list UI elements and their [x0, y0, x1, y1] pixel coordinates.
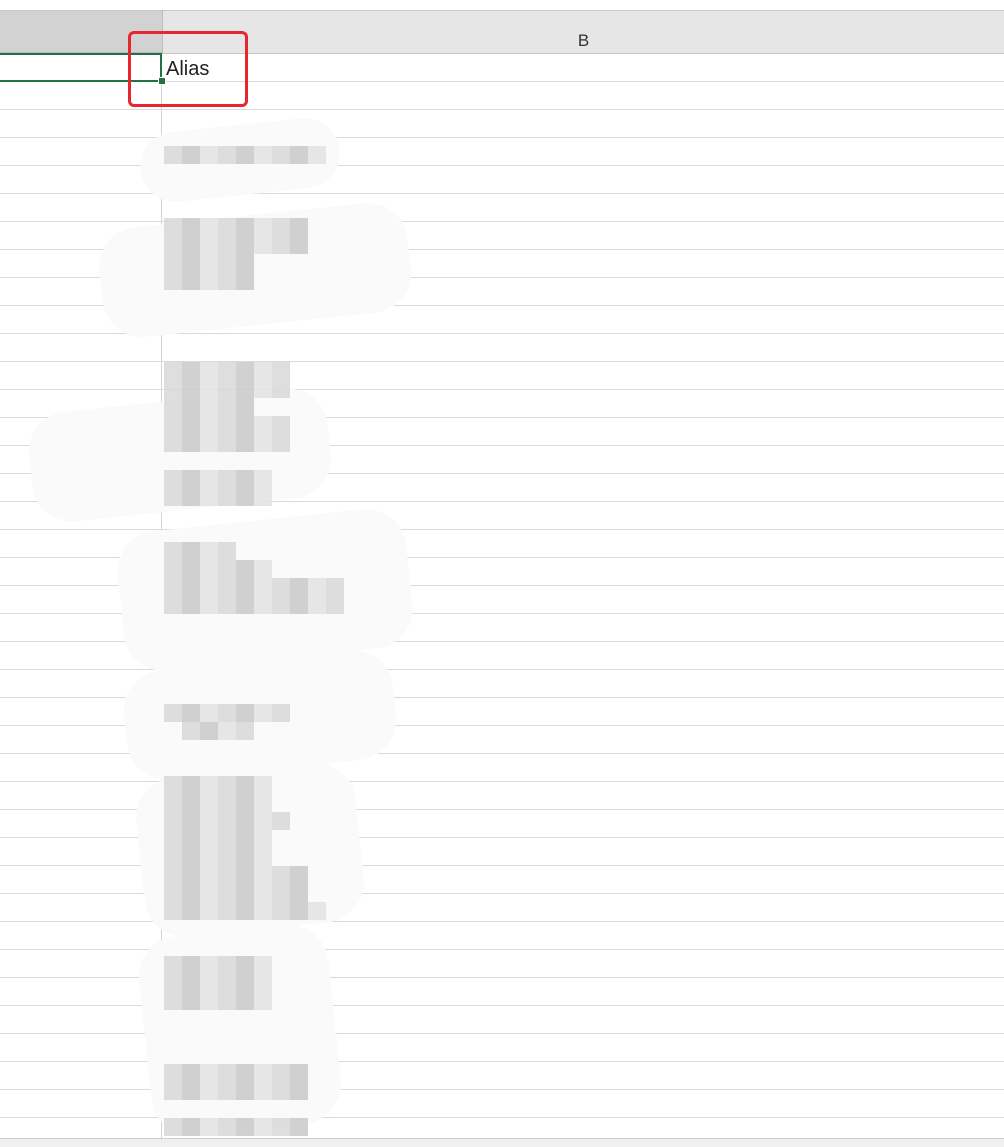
cell-col-a[interactable] — [0, 138, 162, 165]
redacted-text — [164, 272, 254, 290]
redacted-text — [164, 380, 290, 398]
table-row — [0, 110, 1004, 138]
top-bar — [0, 0, 1004, 11]
redacted-text — [164, 974, 272, 992]
redacted-text — [164, 542, 236, 560]
redacted-text — [164, 776, 272, 794]
cell-col-a[interactable] — [0, 894, 162, 921]
cell-col-b[interactable] — [163, 82, 1004, 109]
redacted-text — [164, 794, 272, 812]
redacted-text — [164, 416, 290, 434]
cell-col-a[interactable] — [0, 110, 162, 137]
redacted-text — [164, 866, 308, 884]
cell-col-a[interactable] — [0, 334, 162, 361]
redacted-text — [164, 488, 272, 506]
cell-col-a[interactable] — [0, 166, 162, 193]
redacted-text — [164, 1082, 308, 1100]
redacted-text — [164, 398, 254, 416]
redacted-text — [164, 956, 272, 974]
redacted-text — [164, 578, 344, 596]
horizontal-scrollbar[interactable] — [0, 1138, 1004, 1147]
cell-col-b[interactable] — [163, 334, 1004, 361]
redaction-scribble — [135, 920, 345, 1140]
redacted-text — [164, 254, 254, 272]
cell-col-a[interactable] — [0, 866, 162, 893]
redacted-text — [164, 236, 308, 254]
table-row — [0, 922, 1004, 950]
redacted-text — [164, 1118, 308, 1136]
redacted-text — [164, 1064, 308, 1082]
redacted-text — [164, 884, 308, 902]
column-b-header[interactable]: B — [163, 11, 1004, 53]
cell-col-a[interactable] — [0, 1006, 162, 1033]
redacted-text — [164, 992, 272, 1010]
cell-col-a[interactable] — [0, 194, 162, 221]
column-header-row: B — [0, 11, 1004, 54]
column-a-header[interactable] — [0, 11, 163, 54]
cell-col-a[interactable] — [0, 1034, 162, 1061]
redacted-text — [164, 704, 290, 722]
redacted-text — [182, 722, 254, 740]
cell-col-a[interactable] — [0, 1090, 162, 1117]
redacted-text — [164, 848, 272, 866]
cell-col-a[interactable] — [0, 1062, 162, 1089]
cell-col-a[interactable] — [0, 362, 162, 389]
redacted-text — [164, 362, 290, 380]
redacted-text — [164, 218, 308, 236]
redacted-text — [164, 146, 326, 164]
cell-col-a[interactable] — [0, 82, 162, 109]
redacted-text — [164, 470, 272, 488]
redacted-text — [164, 596, 344, 614]
redacted-text — [164, 560, 272, 578]
cell-col-b[interactable] — [163, 54, 1004, 81]
table-row — [0, 194, 1004, 222]
table-row — [0, 362, 1004, 390]
table-row — [0, 334, 1004, 362]
fill-handle[interactable] — [158, 77, 166, 85]
redacted-text — [164, 830, 272, 848]
cell-b1[interactable]: Alias — [166, 56, 209, 82]
cell-col-a[interactable] — [0, 950, 162, 977]
table-row — [0, 54, 1004, 82]
redacted-text — [164, 902, 326, 920]
cell-col-a[interactable] — [0, 54, 162, 81]
cell-col-a[interactable] — [0, 922, 162, 949]
redacted-text — [164, 812, 290, 830]
redacted-text — [164, 434, 290, 452]
table-row — [0, 82, 1004, 110]
cell-col-a[interactable] — [0, 978, 162, 1005]
